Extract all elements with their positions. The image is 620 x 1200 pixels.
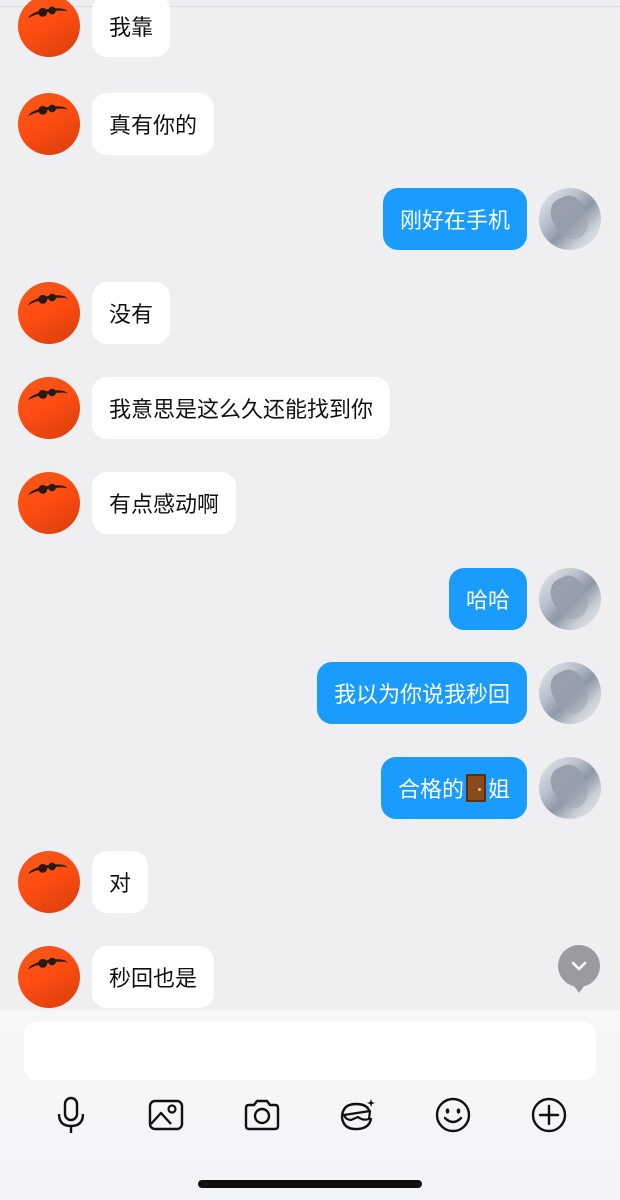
microphone-icon[interactable] <box>46 1090 96 1140</box>
sticker-icon[interactable] <box>332 1090 382 1140</box>
scroll-to-bottom-button[interactable] <box>558 945 600 993</box>
message-row: 哈哈 <box>0 568 620 632</box>
message-row: 对 <box>0 851 620 915</box>
message-row: 合格的 姐 <box>0 757 620 821</box>
message-text: 姐 <box>487 778 510 803</box>
contact-avatar[interactable] <box>18 282 80 344</box>
contact-avatar[interactable] <box>18 472 80 534</box>
message-row: 我以为你说我秒回 <box>0 662 620 726</box>
self-avatar[interactable] <box>539 757 601 819</box>
outgoing-message-bubble[interactable]: 哈哈 <box>448 568 527 630</box>
message-row: 秒回也是 <box>0 946 620 1010</box>
plus-icon[interactable] <box>524 1090 574 1140</box>
contact-avatar[interactable] <box>18 93 80 155</box>
contact-avatar[interactable] <box>18 377 80 439</box>
home-indicator[interactable] <box>198 1180 422 1188</box>
outgoing-message-bubble[interactable]: 合格的 姐 <box>380 757 527 819</box>
composer-toolbar <box>0 1090 620 1140</box>
self-avatar[interactable] <box>539 188 601 250</box>
self-avatar[interactable] <box>539 662 601 724</box>
contact-avatar[interactable] <box>18 851 80 913</box>
message-text: 合格的 <box>397 778 464 803</box>
incoming-message-bubble[interactable]: 我意思是这么久还能找到你 <box>92 377 391 439</box>
message-list[interactable]: 我靠 真有你的 刚好在手机 没有 我意思是这么久还能找到你 有点感动啊 哈哈 我… <box>0 0 620 1010</box>
message-row: 我意思是这么久还能找到你 <box>0 377 620 441</box>
incoming-message-bubble[interactable]: 秒回也是 <box>92 946 215 1008</box>
message-input[interactable] <box>24 1022 596 1080</box>
incoming-message-bubble[interactable]: 没有 <box>92 282 171 344</box>
image-icon[interactable] <box>141 1090 191 1140</box>
outgoing-message-bubble[interactable]: 刚好在手机 <box>382 188 527 250</box>
message-row: 有点感动啊 <box>0 472 620 536</box>
message-row: 没有 <box>0 282 620 346</box>
composer-bar <box>0 1010 620 1200</box>
incoming-message-bubble[interactable]: 真有你的 <box>92 93 215 155</box>
chevron-down-icon <box>571 961 587 971</box>
emoji-icon[interactable] <box>428 1090 478 1140</box>
incoming-message-bubble[interactable]: 有点感动啊 <box>92 472 237 534</box>
contact-avatar[interactable] <box>18 0 80 57</box>
contact-avatar[interactable] <box>18 946 80 1008</box>
camera-icon[interactable] <box>237 1090 287 1140</box>
incoming-message-bubble[interactable]: 我靠 <box>92 0 171 57</box>
message-row: 我靠 <box>0 0 620 59</box>
self-avatar[interactable] <box>539 568 601 630</box>
message-row: 刚好在手机 <box>0 188 620 252</box>
outgoing-message-bubble[interactable]: 我以为你说我秒回 <box>316 662 527 724</box>
message-row: 真有你的 <box>0 93 620 157</box>
incoming-message-bubble[interactable]: 对 <box>92 851 149 913</box>
door-emoji-icon <box>465 774 486 802</box>
